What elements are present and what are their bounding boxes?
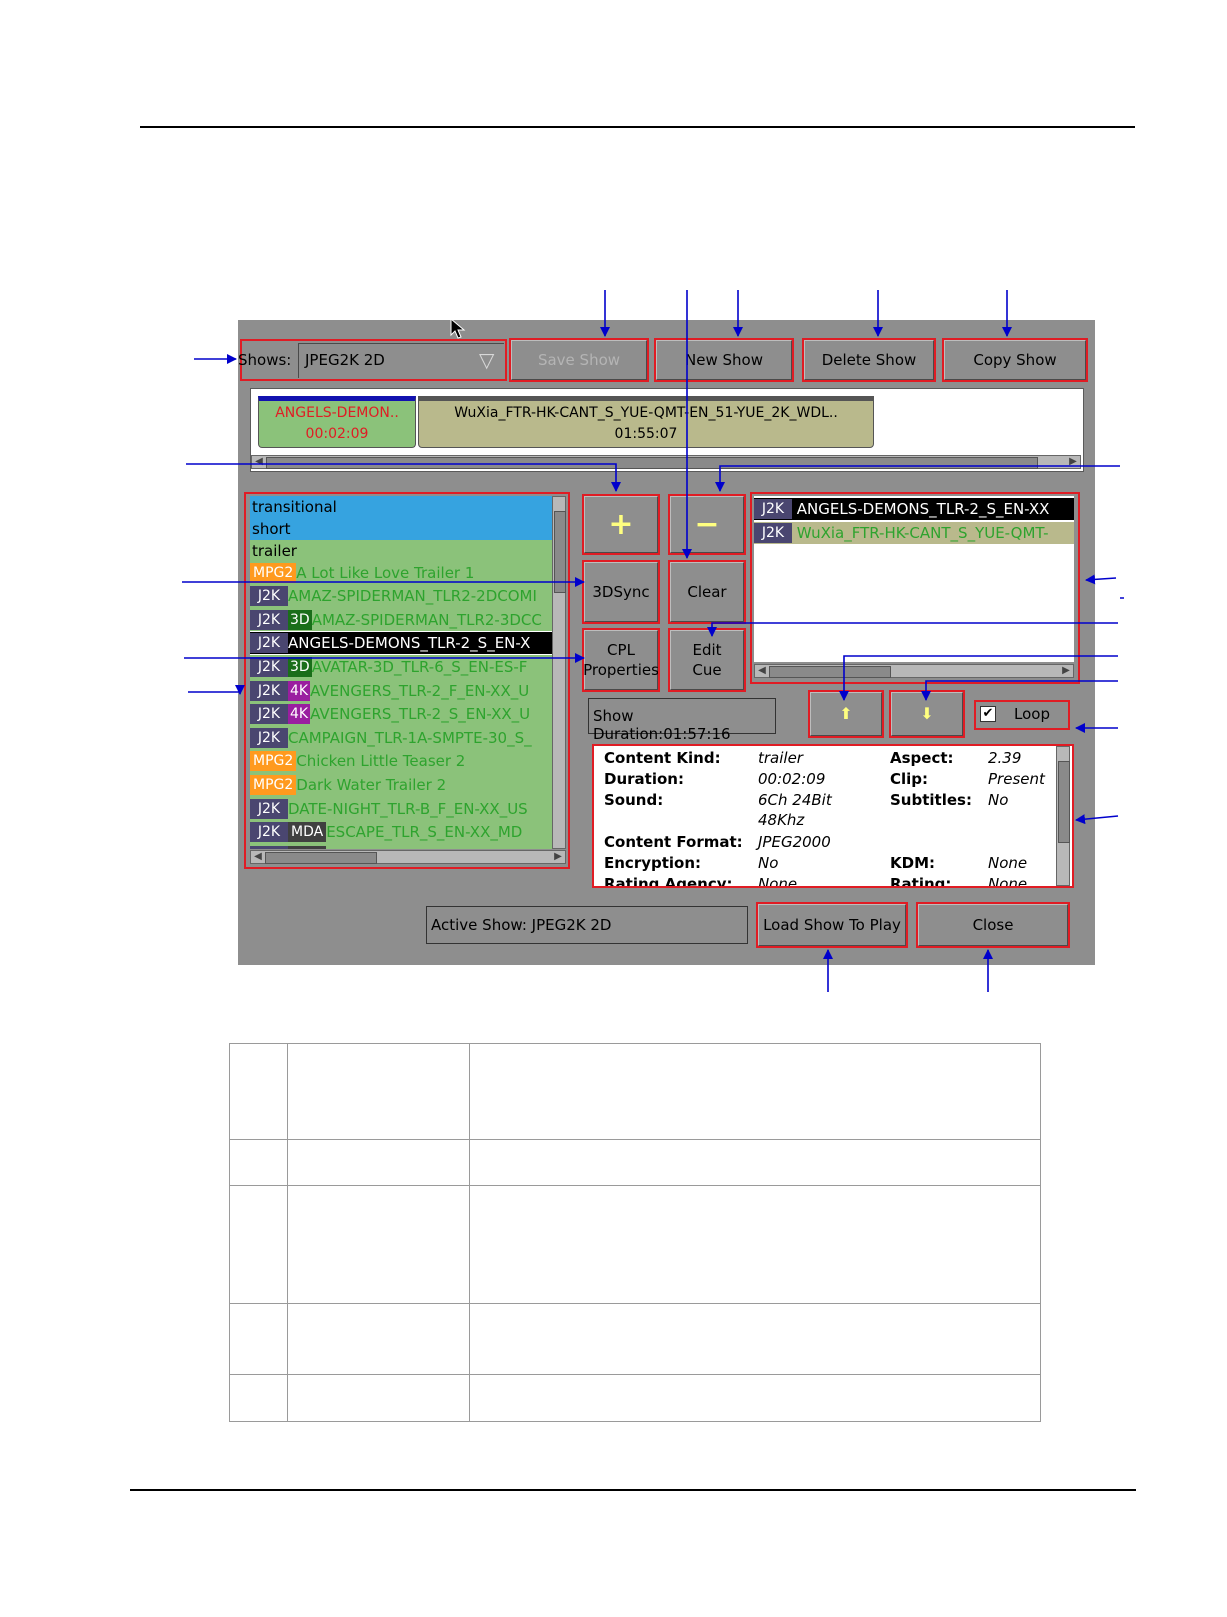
callout-arrow: [921, 680, 1118, 701]
table-cell: [229, 1374, 288, 1422]
reference-table: [229, 1043, 1041, 1422]
table-row: [229, 1139, 1041, 1186]
table-cell: [469, 1043, 1041, 1140]
callout-arrow: [1085, 574, 1117, 585]
table-cell: [229, 1043, 288, 1140]
mouse-cursor-icon: [450, 318, 466, 339]
table-row: [229, 1374, 1041, 1422]
table-cell: [469, 1303, 1041, 1375]
callout-arrow: [186, 463, 621, 492]
callout-arrow: [707, 622, 1118, 637]
table-cell: [287, 1043, 470, 1140]
callout-arrow: [839, 655, 1118, 701]
callout-arrow: [188, 685, 245, 695]
table-cell: [469, 1139, 1041, 1186]
table-cell: [287, 1374, 470, 1422]
table-cell: [229, 1139, 288, 1186]
table-cell: [287, 1185, 470, 1304]
table-cell: [229, 1185, 288, 1304]
table-cell: [287, 1139, 470, 1186]
table-cell: [469, 1185, 1041, 1304]
callout-arrow: [715, 465, 1120, 492]
table-row: [229, 1043, 1041, 1140]
table-cell: [229, 1303, 288, 1375]
table-cell: [469, 1374, 1041, 1422]
callout-arrow: [1075, 814, 1119, 825]
table-row: [229, 1303, 1041, 1375]
table-cell: [287, 1303, 470, 1375]
table-row: [229, 1185, 1041, 1304]
